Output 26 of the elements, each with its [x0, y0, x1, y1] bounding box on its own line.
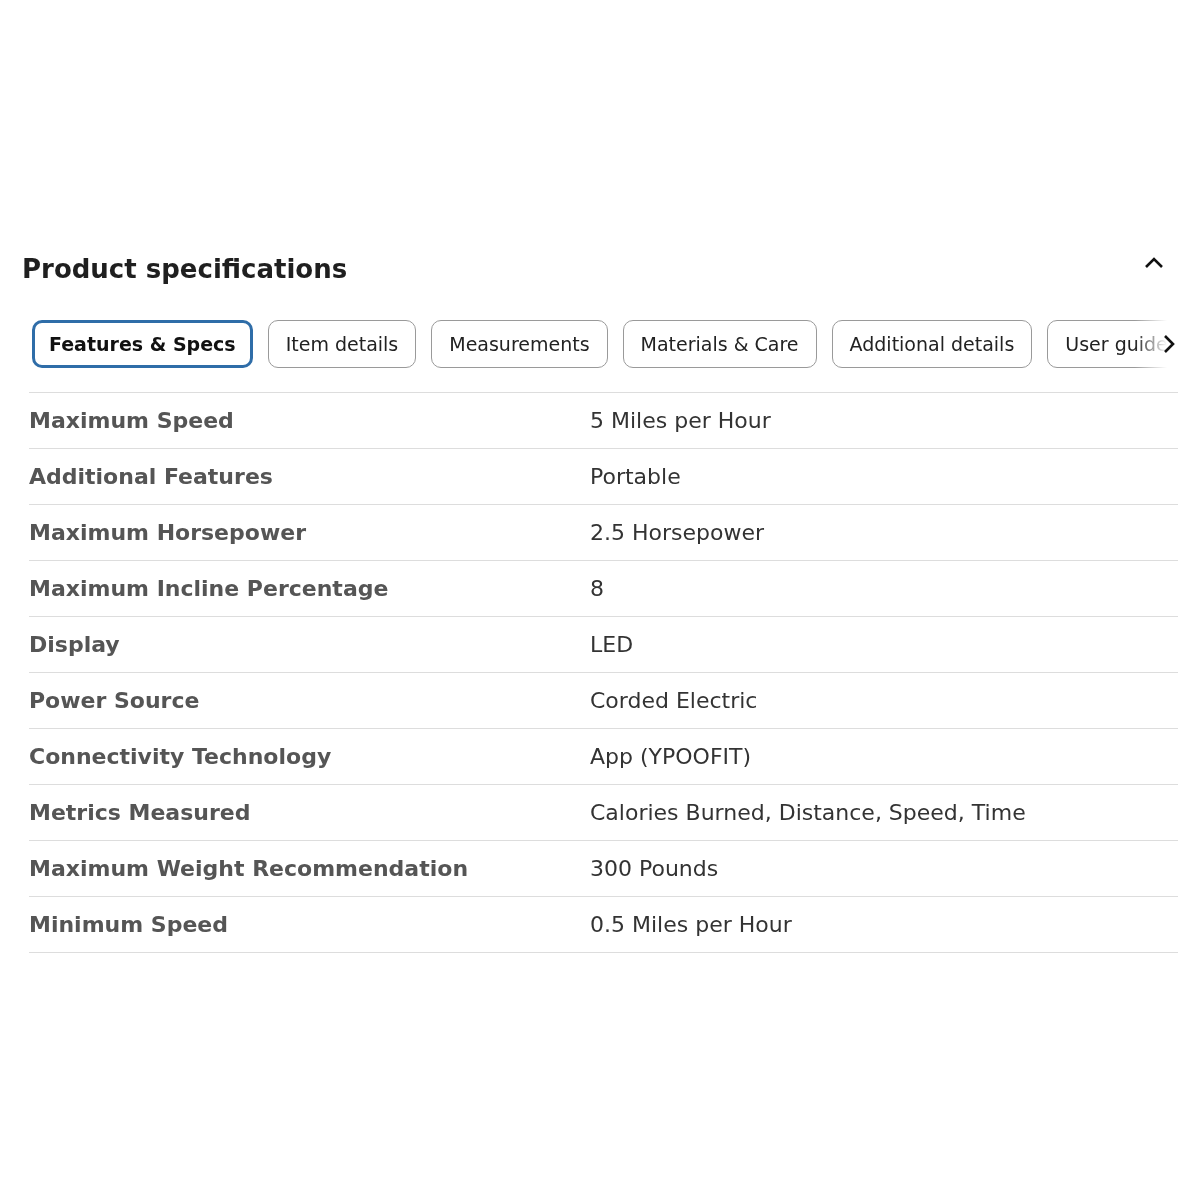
spec-value: 5 Miles per Hour [590, 408, 771, 433]
spec-value: LED [590, 632, 634, 657]
spec-name: Additional Features [29, 464, 274, 489]
spec-name: Maximum Horsepower [29, 520, 307, 545]
spec-name: Maximum Incline Percentage [29, 576, 390, 601]
spec-name: Metrics Measured [29, 800, 252, 825]
spec-value: Calories Burned, Distance, Speed, Time [590, 800, 1026, 825]
section-title: Product specifications [22, 254, 348, 284]
tab[interactable]: Measurements [431, 320, 608, 368]
spec-name: Minimum Speed [29, 912, 229, 937]
spec-value: 0.5 Miles per Hour [590, 912, 792, 937]
spec-value: 2.5 Horsepower [590, 520, 765, 545]
spec-name: Maximum Speed [29, 408, 235, 433]
tab[interactable]: Additional details [831, 320, 1033, 368]
spec-value: App (YPOOFIT) [590, 744, 752, 769]
spec-value: 300 Pounds [590, 856, 719, 881]
spec-name: Maximum Weight Recommendation [29, 856, 470, 881]
spec-name: Display [29, 632, 121, 657]
spec-name: Power Source [29, 688, 201, 713]
tab[interactable]: Features & Specs [32, 320, 253, 368]
spec-name: Connectivity Technology [29, 744, 333, 769]
spec-value: Portable [590, 464, 681, 489]
spec-value: Corded Electric [590, 688, 758, 713]
tab[interactable]: Item details [267, 320, 417, 368]
tab[interactable]: Materials & Care [622, 320, 817, 368]
spec-value: 8 [590, 576, 604, 601]
